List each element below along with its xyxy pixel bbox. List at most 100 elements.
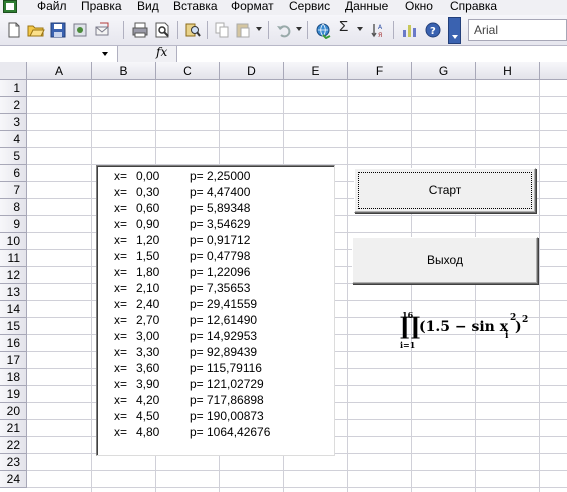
list-item[interactable]: x= 3,90 p= 121,02729 <box>97 377 334 393</box>
menu-help[interactable]: Справка <box>450 0 497 13</box>
gridline <box>91 80 92 492</box>
column-header-partial <box>540 62 567 80</box>
row-header[interactable]: 4 <box>0 131 27 148</box>
row-header[interactable]: 19 <box>0 386 27 403</box>
toolbar-separator <box>123 21 124 39</box>
row-header[interactable]: 3 <box>0 114 27 131</box>
menu-bar: Файл Правка Вид Вставка Формат Сервис Да… <box>0 0 567 15</box>
row-header[interactable]: 12 <box>0 267 27 284</box>
column-header-f[interactable]: F <box>348 62 412 80</box>
formula-outer-exponent: 2 <box>522 315 529 325</box>
research-icon[interactable] <box>184 21 202 39</box>
row-header[interactable]: 11 <box>0 250 27 267</box>
autosum-icon[interactable]: Σ <box>339 18 357 36</box>
email-icon[interactable] <box>93 21 111 39</box>
exit-button-label: Выход <box>427 253 463 267</box>
list-item[interactable]: x= 0,60 p= 5,89348 <box>97 201 334 217</box>
svg-text:?: ? <box>430 26 436 37</box>
list-item[interactable]: x= 2,70 p= 12,61490 <box>97 313 334 329</box>
row-header[interactable]: 16 <box>0 335 27 352</box>
paste-icon[interactable] <box>234 21 252 39</box>
list-item[interactable]: x= 0,00 p= 2,25000 <box>97 169 334 185</box>
row-header[interactable]: 13 <box>0 284 27 301</box>
list-item[interactable]: x= 4,20 p= 717,86898 <box>97 393 334 409</box>
menu-window[interactable]: Окно <box>405 0 433 13</box>
font-name-field[interactable]: Arial <box>468 19 567 41</box>
excel-app-icon[interactable] <box>3 0 17 13</box>
name-box[interactable] <box>0 46 118 62</box>
row-header[interactable]: 9 <box>0 216 27 233</box>
toolbar-options-icon[interactable] <box>448 17 461 44</box>
formula-body: (1.5 − sin x <box>419 319 509 335</box>
list-item[interactable]: x= 1,50 p= 0,47798 <box>97 249 334 265</box>
permission-icon[interactable] <box>71 21 89 39</box>
gridline <box>539 80 540 492</box>
undo-dropdown-arrow[interactable] <box>296 27 302 31</box>
row-header[interactable]: 8 <box>0 199 27 216</box>
copy-icon[interactable] <box>213 21 231 39</box>
menu-file[interactable]: Файл <box>37 0 67 13</box>
row-header[interactable]: 20 <box>0 403 27 420</box>
list-item[interactable]: x= 2,40 p= 29,41559 <box>97 297 334 313</box>
print-preview-icon[interactable] <box>153 21 171 39</box>
list-item[interactable]: x= 3,30 p= 92,89439 <box>97 345 334 361</box>
menu-format[interactable]: Формат <box>231 0 274 13</box>
paste-dropdown-arrow[interactable] <box>256 27 262 31</box>
row-header[interactable]: 6 <box>0 165 27 182</box>
menu-insert[interactable]: Вставка <box>173 0 218 13</box>
row-header[interactable]: 5 <box>0 148 27 165</box>
row-header[interactable]: 18 <box>0 369 27 386</box>
menu-tools[interactable]: Сервис <box>289 0 330 13</box>
menu-edit[interactable]: Правка <box>81 0 122 13</box>
gridline <box>347 80 348 492</box>
help-icon[interactable]: ? <box>424 21 442 39</box>
list-item[interactable]: x= 3,60 p= 115,79116 <box>97 361 334 377</box>
column-header-g[interactable]: G <box>412 62 476 80</box>
menu-view[interactable]: Вид <box>137 0 159 13</box>
row-header[interactable]: 15 <box>0 318 27 335</box>
chart-wizard-icon[interactable] <box>401 21 419 39</box>
list-item[interactable]: x= 1,80 p= 1,22096 <box>97 265 334 281</box>
row-header[interactable]: 1 <box>0 80 27 97</box>
save-icon[interactable] <box>49 21 67 39</box>
list-item[interactable]: x= 4,50 p= 190,00873 <box>97 409 334 425</box>
column-header-a[interactable]: A <box>27 62 92 80</box>
column-header-e[interactable]: E <box>284 62 348 80</box>
autosum-dropdown-arrow[interactable] <box>357 27 363 31</box>
row-header[interactable]: 17 <box>0 352 27 369</box>
row-header[interactable]: 14 <box>0 301 27 318</box>
column-header-d[interactable]: D <box>220 62 284 80</box>
print-icon[interactable] <box>131 21 149 39</box>
list-item[interactable]: x= 0,30 p= 4,47400 <box>97 185 334 201</box>
list-item[interactable]: x= 4,80 p= 1064,42676 <box>97 425 334 441</box>
list-item[interactable]: x= 3,00 p= 14,92953 <box>97 329 334 345</box>
new-document-icon[interactable] <box>5 21 23 39</box>
column-header-c[interactable]: C <box>156 62 220 80</box>
row-header[interactable]: 24 <box>0 471 27 488</box>
product-formula: 16 ∏ i=1 (1.5 − sin x i 2 ) 2 <box>398 310 538 360</box>
sort-ascending-icon[interactable]: AЯ <box>370 21 388 39</box>
product-symbol: ∏ <box>400 311 421 340</box>
list-item[interactable]: x= 2,10 p= 7,35653 <box>97 281 334 297</box>
results-listbox[interactable]: x= 0,00 p= 2,25000 x= 0,30 p= 4,47400 x= 0,60 p=… <box>96 165 335 456</box>
row-header[interactable]: 21 <box>0 420 27 437</box>
list-item[interactable]: x= 0,90 p= 3,54629 <box>97 217 334 233</box>
column-header-b[interactable]: B <box>92 62 156 80</box>
menu-data[interactable]: Данные <box>345 0 388 13</box>
insert-function-icon[interactable]: fx <box>156 45 167 59</box>
open-folder-icon[interactable] <box>27 21 45 39</box>
select-all-corner[interactable] <box>0 62 27 80</box>
hyperlink-icon[interactable] <box>314 21 332 39</box>
undo-icon[interactable] <box>275 21 293 39</box>
row-header[interactable]: 23 <box>0 454 27 471</box>
row-header[interactable]: 22 <box>0 437 27 454</box>
column-header-h[interactable]: H <box>476 62 540 80</box>
row-header[interactable]: 2 <box>0 97 27 114</box>
name-box-dropdown-arrow[interactable] <box>102 52 108 56</box>
formula-input[interactable] <box>176 46 567 62</box>
start-button[interactable]: Старт <box>354 168 536 213</box>
row-header[interactable]: 10 <box>0 233 27 250</box>
exit-button[interactable]: Выход <box>352 237 538 284</box>
list-item[interactable]: x= 1,20 p= 0,91712 <box>97 233 334 249</box>
row-header[interactable]: 7 <box>0 182 27 199</box>
